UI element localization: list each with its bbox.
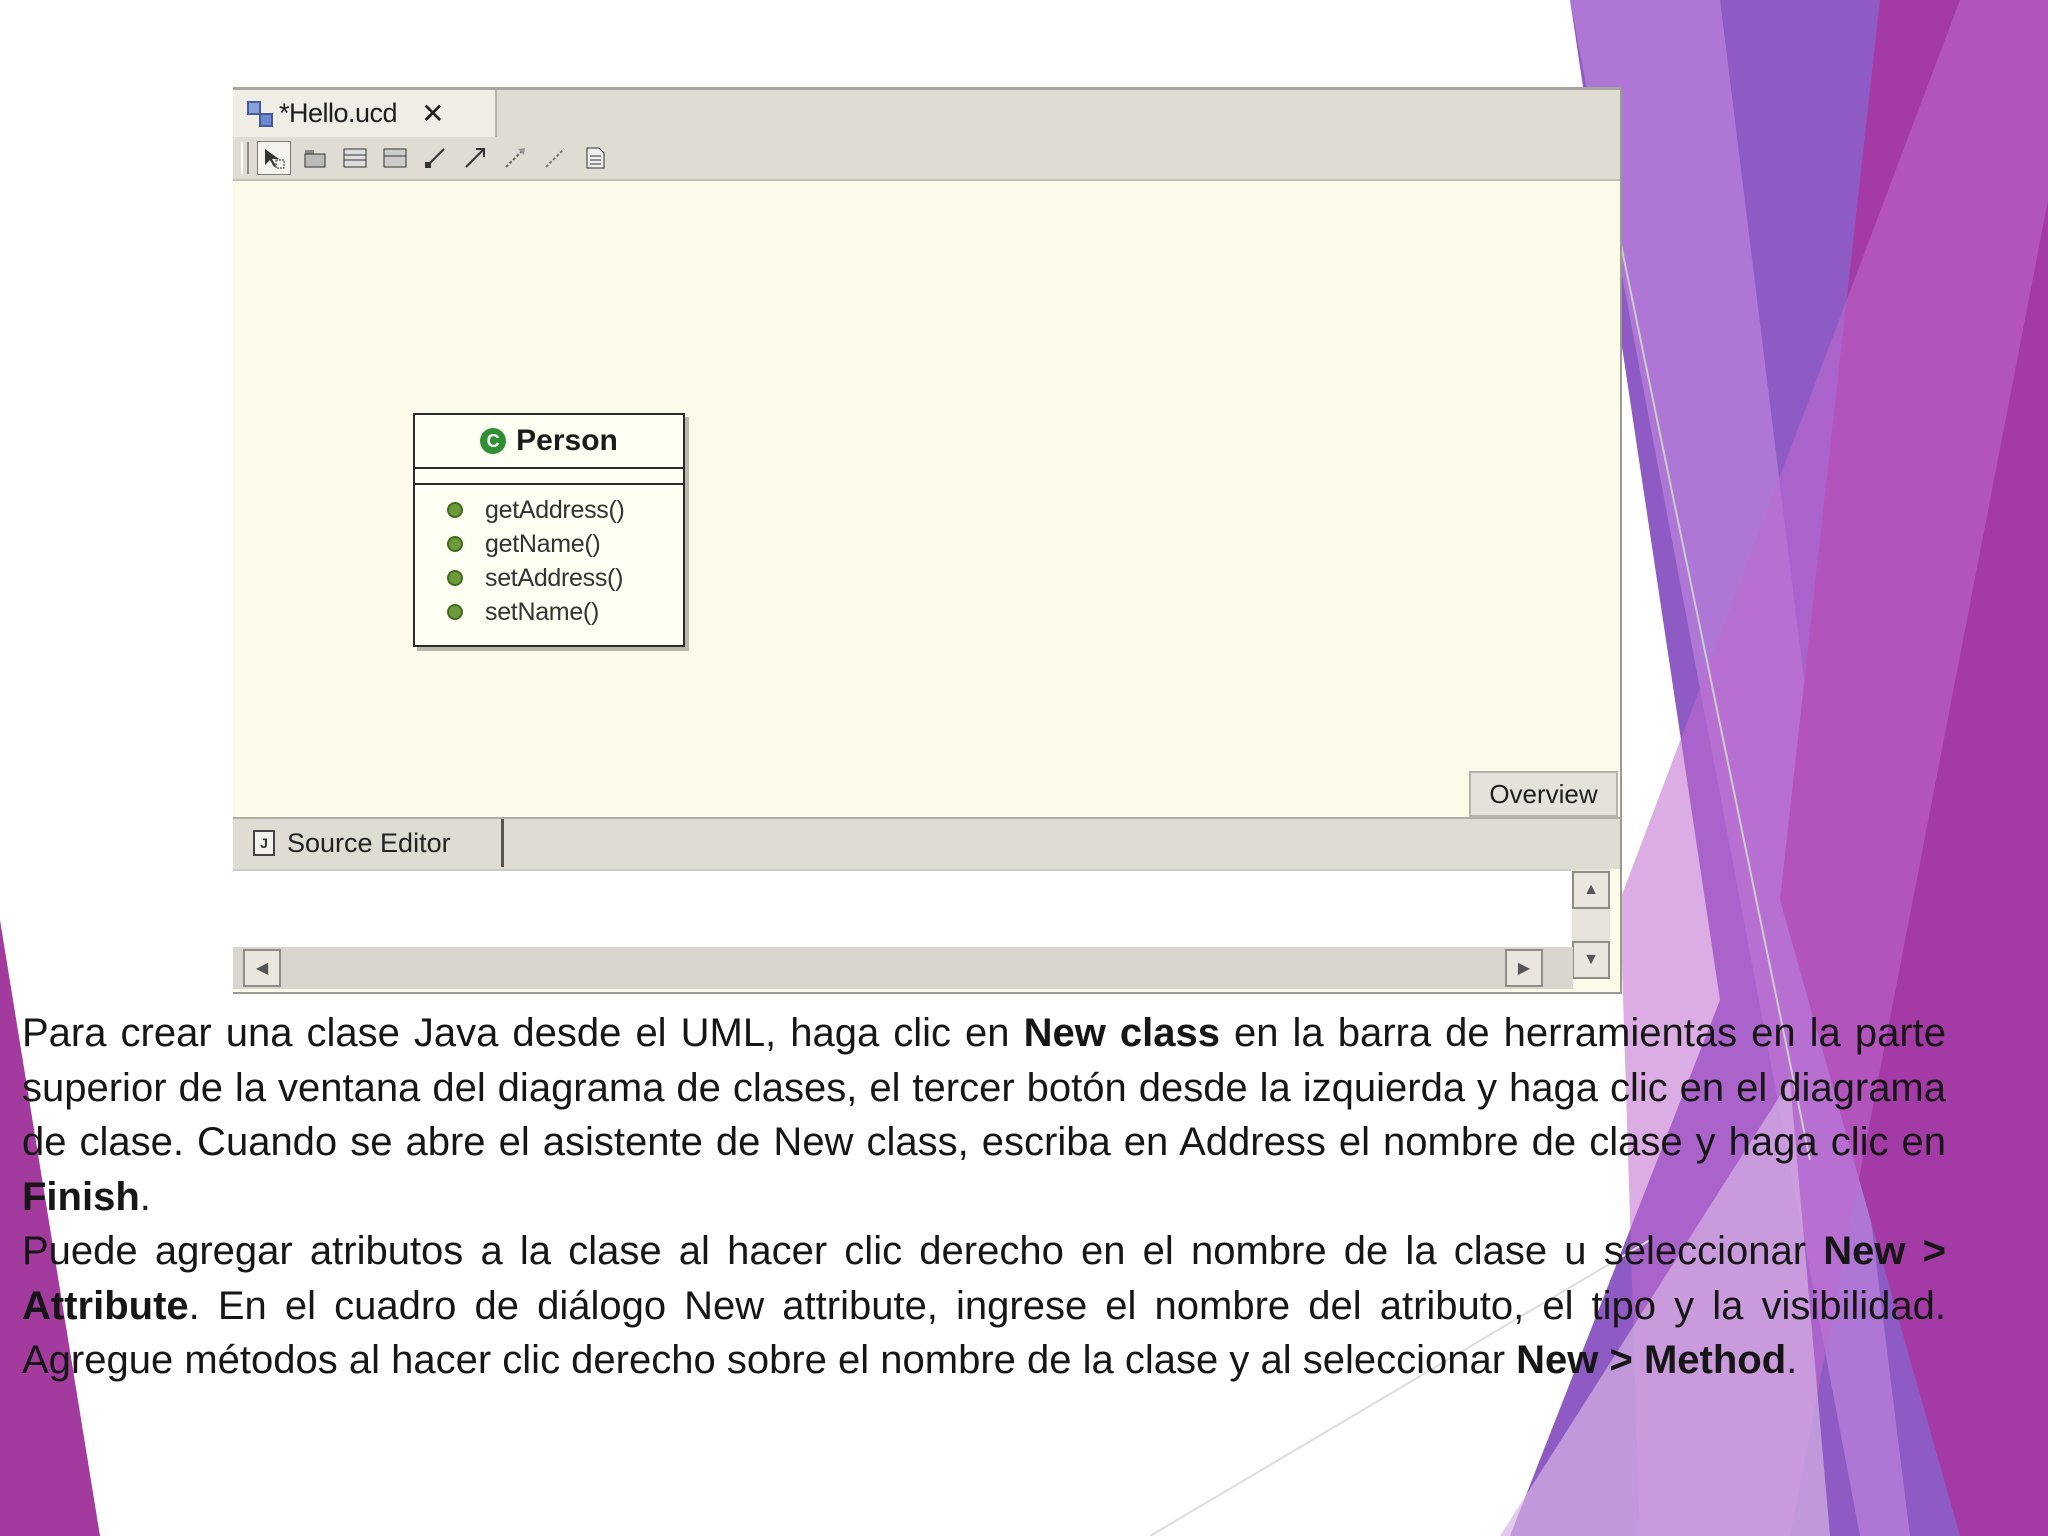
uml-method[interactable]: setAddress() <box>415 561 683 595</box>
paragraph-new-class: Para crear una clase Java desde el UML, … <box>22 1011 1946 1219</box>
bold-new-method: New > Method <box>1516 1338 1787 1382</box>
note-icon[interactable] <box>579 142 611 174</box>
method-name: setName() <box>485 597 599 626</box>
association-icon[interactable] <box>459 142 491 174</box>
uml-method[interactable]: getAddress() <box>415 493 683 527</box>
public-method-icon <box>447 536 463 552</box>
uml-class-name[interactable]: Person <box>516 424 618 458</box>
generalization-icon[interactable] <box>499 142 531 174</box>
tab-source-editor[interactable]: J Source Editor <box>243 819 504 867</box>
uml-class-person[interactable]: C Person getAddress() getName() setAddre… <box>413 413 685 647</box>
uml-editor-window: *Hello.ucd ✕ C Person getAddress() getNa… <box>233 87 1622 994</box>
close-icon[interactable]: ✕ <box>421 97 444 130</box>
horizontal-scrollbar[interactable]: ◀ ▶ <box>233 947 1573 989</box>
bold-finish: Finish <box>22 1174 140 1219</box>
source-editor-label: Source Editor <box>287 827 451 858</box>
editor-tab-hello[interactable]: *Hello.ucd ✕ <box>233 90 497 137</box>
diagram-toolbar <box>233 137 1620 181</box>
uml-class-header[interactable]: C Person <box>415 415 683 469</box>
class-icon: C <box>480 428 507 454</box>
bold-new-class: New class <box>1023 1011 1220 1055</box>
method-name: getName() <box>485 529 601 558</box>
uml-diagram-icon <box>245 99 275 129</box>
method-name: setAddress() <box>485 563 624 592</box>
package-icon[interactable] <box>299 142 331 174</box>
bottom-panel-tabbar: J Source Editor <box>233 817 1620 869</box>
public-method-icon <box>447 604 463 620</box>
method-name: getAddress() <box>485 495 625 524</box>
select-icon[interactable] <box>257 141 291 175</box>
uml-attributes-compartment <box>415 469 683 485</box>
uml-method[interactable]: setName() <box>415 595 683 629</box>
vertical-scrollbar[interactable]: ▲ ▼ <box>1572 869 1610 979</box>
scroll-down-arrow-icon[interactable]: ▼ <box>1572 941 1610 979</box>
java-file-icon: J <box>253 830 275 856</box>
paragraph-attributes-methods: Puede agregar atributos a la clase al ha… <box>22 1229 1946 1382</box>
scroll-up-arrow-icon[interactable]: ▲ <box>1572 871 1610 909</box>
public-method-icon <box>447 570 463 586</box>
dependency-icon[interactable] <box>419 142 451 174</box>
scroll-right-arrow-icon[interactable]: ▶ <box>1505 949 1543 987</box>
uml-methods-compartment: getAddress() getName() setAddress() setN… <box>415 485 683 629</box>
toolbar-grip <box>241 142 249 174</box>
editor-tabbar: *Hello.ucd ✕ <box>233 87 1620 140</box>
new-interface-icon[interactable] <box>379 142 411 174</box>
editor-tab-title: *Hello.ucd <box>279 98 398 128</box>
instructions-text: Para crear una clase Java desde el UML, … <box>22 1006 1946 1388</box>
overview-button[interactable]: Overview <box>1469 771 1618 817</box>
new-class-icon[interactable] <box>339 142 371 174</box>
realization-icon[interactable] <box>539 142 571 174</box>
uml-method[interactable]: getName() <box>415 527 683 561</box>
scroll-left-arrow-icon[interactable]: ◀ <box>243 949 281 987</box>
public-method-icon <box>447 502 463 518</box>
